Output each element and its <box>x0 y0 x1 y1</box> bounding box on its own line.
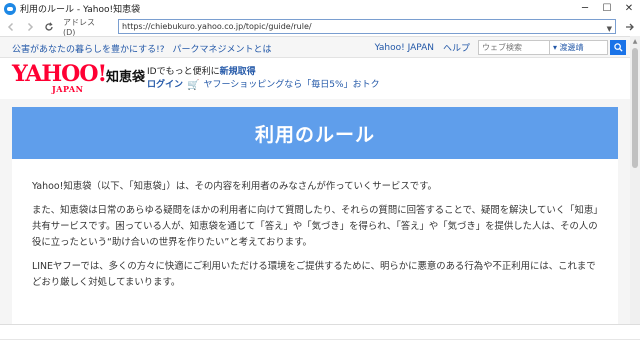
header-link-pollution[interactable]: 公害があなたの暮らしを豊かにする!? <box>12 42 164 55</box>
header-links: 公害があなたの暮らしを豊かにする!? パークマネジメントとは <box>12 42 272 55</box>
promo-id-text: IDでもっと便利に <box>147 67 220 77</box>
address-url: https://chiebukuro.yahoo.co.jp/topic/gui… <box>122 22 312 31</box>
go-arrow-icon <box>626 23 634 30</box>
scroll-up-icon[interactable]: ▲ <box>630 36 640 46</box>
status-divider <box>0 339 640 340</box>
minimize-button[interactable]: ─ <box>574 0 596 17</box>
window-controls: ─ ☐ ✕ <box>574 0 640 17</box>
rules-paragraph-3: LINEヤフーでは、多くの方々に快適にご利用いただける環境をご提供するために、明… <box>32 261 596 288</box>
title-bar: 利用のルール - Yahoo!知恵袋 ─ ☐ ✕ <box>0 0 640 17</box>
go-button[interactable] <box>622 18 638 35</box>
close-button[interactable]: ✕ <box>618 0 640 17</box>
back-arrow-icon <box>7 22 14 31</box>
back-button[interactable] <box>3 19 19 35</box>
vertical-scrollbar[interactable]: ▲ ▼ <box>630 36 640 338</box>
new-registration-link[interactable]: 新規取得 <box>220 67 256 77</box>
address-label: アドレス(D) <box>63 17 95 37</box>
header-right: Yahoo! JAPAN ヘルプ ▾ 渡邊靖 <box>375 40 626 55</box>
window-title: 利用のルール - Yahoo!知恵袋 <box>20 5 141 15</box>
scroll-thumb[interactable] <box>632 48 638 168</box>
forward-arrow-icon <box>27 22 34 31</box>
yahoo-japan-logo-text: JAPAN <box>52 84 84 94</box>
search-icon <box>613 43 623 52</box>
header-link-park[interactable]: パークマネジメントとは <box>172 42 271 55</box>
promo-block: IDでもっと便利に新規取得 ログイン 🛒 ヤフーショッピングなら「毎日5%」おト… <box>147 66 380 92</box>
shopping-cart-icon: 🛒 <box>187 80 200 91</box>
address-toolbar: アドレス(D) https://chiebukuro.yahoo.co.jp/t… <box>0 17 640 37</box>
shopping-promo-link[interactable]: ヤフーショッピングなら「毎日5%」おトク <box>203 79 379 92</box>
rules-paragraph-1: Yahoo!知恵袋（以下、「知恵袋」）は、その内容を利用者のみなさんが作っていく… <box>32 181 437 192</box>
rules-paragraph-2: また、知恵袋は日常のあらゆる疑問をほかの利用者に向けて質問したり、それらの質問に… <box>32 205 598 248</box>
address-input[interactable]: https://chiebukuro.yahoo.co.jp/topic/gui… <box>118 19 616 34</box>
chiebukuro-logo[interactable]: 知恵袋 <box>106 66 145 85</box>
reload-icon <box>45 21 53 31</box>
maximize-button[interactable]: ☐ <box>596 0 618 17</box>
rules-card: Yahoo!知恵袋（以下、「知恵袋」）は、その内容を利用者のみなさんが作っていく… <box>12 159 618 324</box>
search-button[interactable] <box>610 40 626 55</box>
chat-bubble-icon <box>4 2 16 15</box>
forward-button[interactable] <box>22 19 38 35</box>
chevron-down-icon[interactable]: ▼ <box>607 23 612 36</box>
promo-row-login: ログイン 🛒 ヤフーショッピングなら「毎日5%」おトク <box>147 79 380 92</box>
promo-row-id: IDでもっと便利に新規取得 <box>147 66 380 79</box>
web-search-input[interactable] <box>478 40 550 55</box>
logo-area: YAHOO! JAPAN 知恵袋 IDでもっと便利に新規取得 ログイン 🛒 ヤフ… <box>0 59 630 99</box>
yahoo-logo[interactable]: YAHOO! <box>12 63 107 85</box>
yahoo-japan-link[interactable]: Yahoo! JAPAN <box>375 43 434 53</box>
yahoo-header: 公害があなたの暮らしを豊かにする!? パークマネジメントとは Yahoo! JA… <box>0 36 640 58</box>
page-title: 利用のルール <box>254 123 375 146</box>
help-link[interactable]: ヘルプ <box>443 41 470 54</box>
reload-button[interactable] <box>41 19 57 35</box>
login-link[interactable]: ログイン <box>147 79 183 92</box>
status-bar <box>0 324 640 352</box>
search-option-dropdown[interactable]: ▾ 渡邊靖 <box>550 40 608 55</box>
page-banner: 利用のルール <box>12 107 618 159</box>
